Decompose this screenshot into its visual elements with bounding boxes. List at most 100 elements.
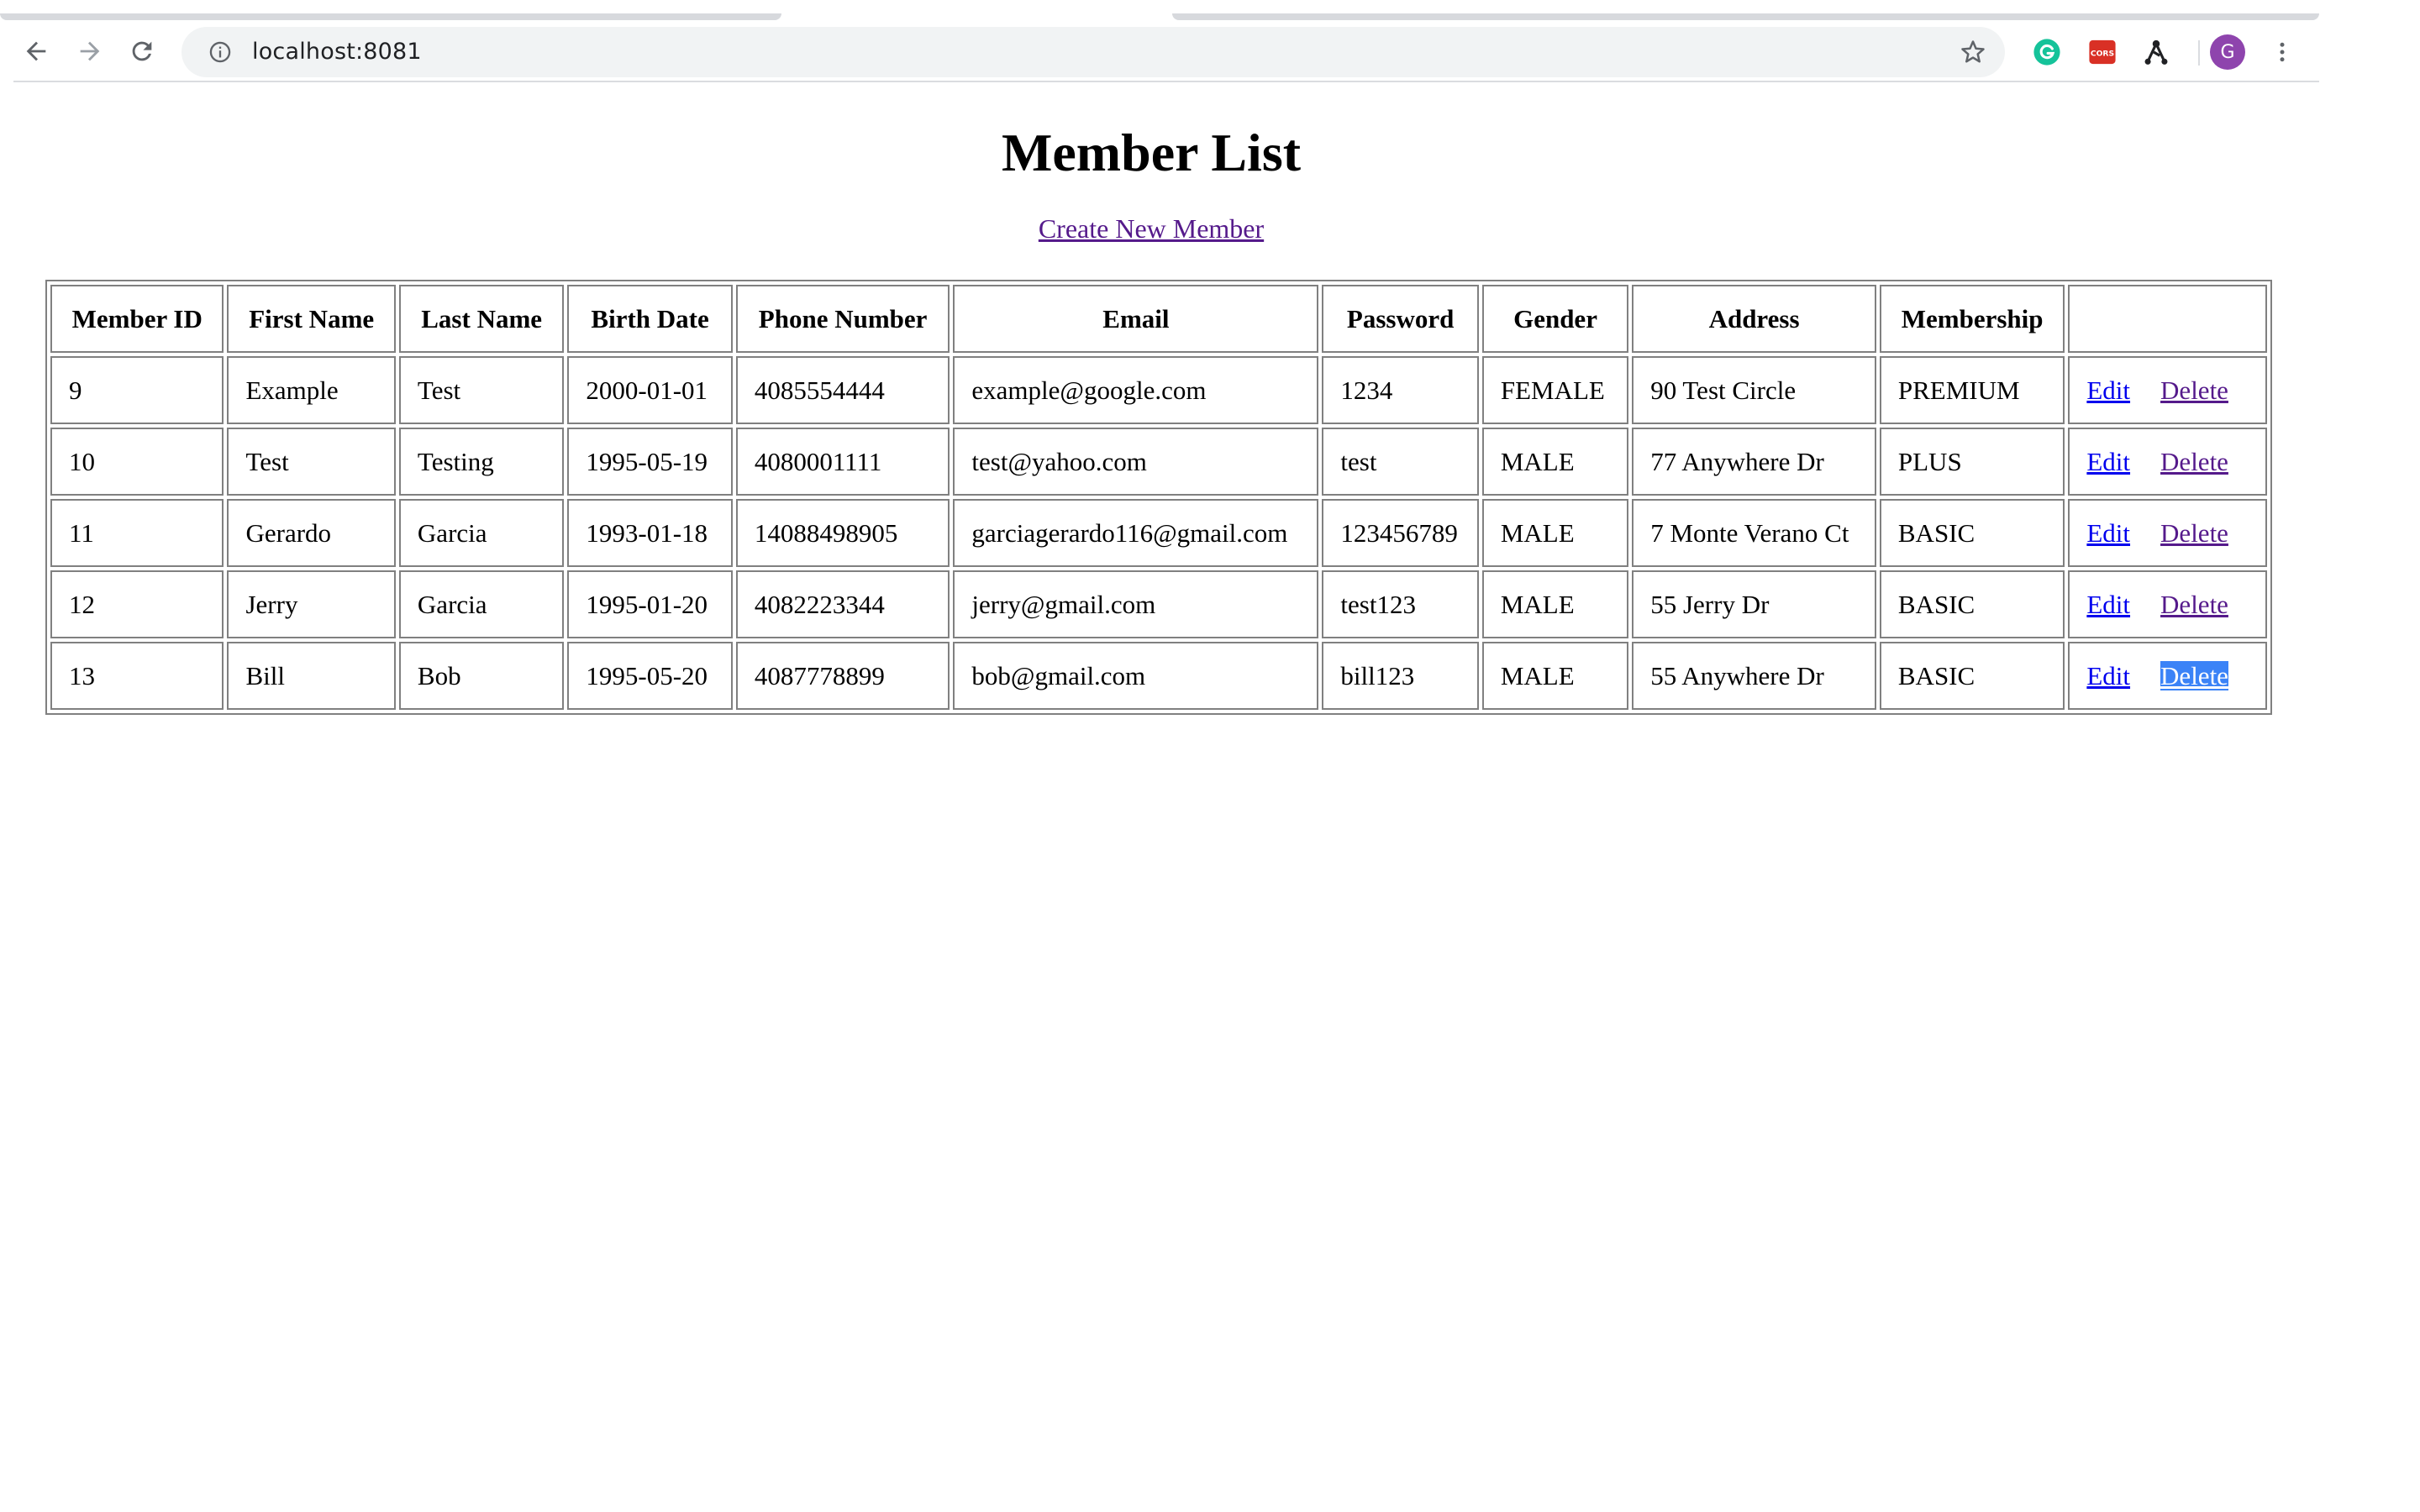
edit-link[interactable]: Edit <box>2086 375 2130 405</box>
password-cell: 123456789 <box>1322 499 1479 567</box>
address-header: Address <box>1632 285 1876 353</box>
member-id-cell: 9 <box>50 356 224 424</box>
first-name-header: First Name <box>227 285 396 353</box>
grammarly-icon <box>2033 39 2060 66</box>
more-vertical-icon <box>2280 42 2285 62</box>
gender-header: Gender <box>1481 285 1629 353</box>
membership-cell: BASIC <box>1879 499 2065 567</box>
cors-label: CORS <box>2091 49 2114 58</box>
browser-menu-button[interactable] <box>2265 35 2299 69</box>
member-id-cell: 10 <box>50 428 224 496</box>
membership-header: Membership <box>1879 285 2065 353</box>
url-text[interactable]: localhost:8081 <box>252 39 422 65</box>
toolbar-separator <box>2198 40 2200 66</box>
last-name-header: Last Name <box>398 285 565 353</box>
birth-date-header: Birth Date <box>567 285 733 353</box>
edit-link[interactable]: Edit <box>2086 518 2130 548</box>
member-id-cell: 11 <box>50 499 224 567</box>
phone-number-cell: 4082223344 <box>735 570 950 638</box>
page-title: Member List <box>1001 123 1302 182</box>
email-cell: jerry@gmail.com <box>953 570 1319 638</box>
arrow-right-icon <box>80 41 100 61</box>
reload-icon <box>132 41 152 61</box>
password-cell: bill123 <box>1322 642 1479 710</box>
reload-button[interactable] <box>121 30 163 72</box>
actions-cell: Edit Delete <box>2068 428 2267 496</box>
back-button[interactable] <box>15 30 57 72</box>
first-name-cell: Gerardo <box>227 499 396 567</box>
table-row: 9 Example Test 2000-01-01 4085554444 example@… <box>50 356 2267 424</box>
create-link-container: Create New Member <box>13 212 2289 245</box>
delete-link[interactable]: Delete <box>2160 660 2228 690</box>
password-header: Password <box>1322 285 1479 353</box>
tab-strip-right <box>1172 13 2319 20</box>
last-name-cell: Test <box>398 356 565 424</box>
table-body: 9 Example Test 2000-01-01 4085554444 example@… <box>50 356 2267 710</box>
phone-number-cell: 4087778899 <box>735 642 950 710</box>
table-row: 13 Bill Bob 1995-05-20 4087778899 bob@gmail.c… <box>50 642 2267 710</box>
address-cell: 77 Anywhere Dr <box>1632 428 1876 496</box>
info-icon[interactable] <box>208 40 232 64</box>
birth-date-cell: 1995-01-20 <box>567 570 733 638</box>
membership-cell: PREMIUM <box>1879 356 2065 424</box>
table-row: 10 Test Testing 1995-05-19 4080001111 test@ya… <box>50 428 2267 496</box>
edit-link[interactable]: Edit <box>2086 447 2130 476</box>
cors-icon: CORS <box>2089 39 2116 65</box>
phone-number-cell: 4085554444 <box>735 356 950 424</box>
birth-date-cell: 1995-05-19 <box>567 428 733 496</box>
first-name-cell: Example <box>227 356 396 424</box>
gender-cell: MALE <box>1481 499 1629 567</box>
delete-link[interactable]: Delete <box>2160 447 2228 476</box>
gender-cell: MALE <box>1481 428 1629 496</box>
gender-cell: MALE <box>1481 570 1629 638</box>
edit-link[interactable]: Edit <box>2086 661 2130 690</box>
cors-extension-button[interactable]: CORS <box>2086 35 2119 69</box>
delete-link[interactable]: Delete <box>2160 518 2228 548</box>
grammarly-extension-button[interactable] <box>2030 35 2064 69</box>
profile-avatar[interactable]: G <box>2210 34 2245 70</box>
last-name-cell: Testing <box>398 428 565 496</box>
graph-extension-button[interactable] <box>2139 35 2173 69</box>
member-id-header: Member ID <box>50 285 224 353</box>
address-cell: 55 Anywhere Dr <box>1632 642 1876 710</box>
star-icon <box>1961 40 1985 63</box>
forward-button[interactable] <box>69 30 111 72</box>
birth-date-cell: 1993-01-18 <box>567 499 733 567</box>
create-new-member-link[interactable]: Create New Member <box>1039 213 1264 244</box>
first-name-cell: Bill <box>227 642 396 710</box>
browser-window: localhost:8081 CORS G Member List Create… <box>0 0 2420 1512</box>
table-row: 12 Jerry Garcia 1995-01-20 4082223344 jerry@g… <box>50 570 2267 638</box>
address-bar[interactable]: localhost:8081 <box>182 27 2005 77</box>
edit-link[interactable]: Edit <box>2086 590 2130 619</box>
phone-number-cell: 4080001111 <box>735 428 950 496</box>
membership-cell: BASIC <box>1879 570 2065 638</box>
birth-date-cell: 1995-05-20 <box>567 642 733 710</box>
actions-cell: Edit Delete <box>2068 570 2267 638</box>
address-cell: 55 Jerry Dr <box>1632 570 1876 638</box>
address-cell: 7 Monte Verano Ct <box>1632 499 1876 567</box>
password-cell: test123 <box>1322 570 1479 638</box>
gender-cell: FEMALE <box>1481 356 1629 424</box>
phone-number-cell: 14088498905 <box>735 499 950 567</box>
last-name-cell: Bob <box>398 642 565 710</box>
arrow-left-icon <box>26 41 46 61</box>
delete-link[interactable]: Delete <box>2160 590 2228 619</box>
email-cell: garciagerardo116@gmail.com <box>953 499 1319 567</box>
delete-link[interactable]: Delete <box>2160 375 2228 405</box>
phone-number-header: Phone Number <box>735 285 950 353</box>
tab-strip-left <box>0 13 781 20</box>
graph-icon <box>2144 39 2168 65</box>
bookmark-star-icon[interactable] <box>1958 37 1988 67</box>
table-row: 11 Gerardo Garcia 1993-01-18 14088498905 garc… <box>50 499 2267 567</box>
address-cell: 90 Test Circle <box>1632 356 1876 424</box>
email-cell: example@google.com <box>953 356 1319 424</box>
gender-cell: MALE <box>1481 642 1629 710</box>
first-name-cell: Jerry <box>227 570 396 638</box>
actions-cell: Edit Delete <box>2068 499 2267 567</box>
last-name-cell: Garcia <box>398 499 565 567</box>
actions-cell: Edit Delete <box>2068 642 2267 710</box>
table-header-row: Member ID First Name Last Name Birth Date Ph… <box>50 285 2267 353</box>
password-cell: test <box>1322 428 1479 496</box>
password-cell: 1234 <box>1322 356 1479 424</box>
email-cell: bob@gmail.com <box>953 642 1319 710</box>
